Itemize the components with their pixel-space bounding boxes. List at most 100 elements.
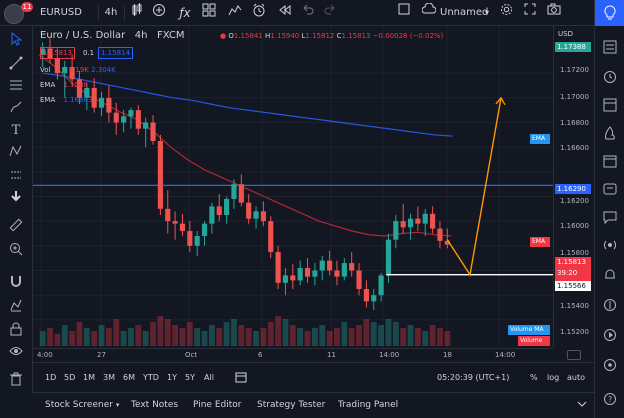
fullscreen-layout-icon[interactable] [396,3,412,23]
notification-badge: 11 [21,2,33,12]
fib-retracement-icon[interactable] [7,78,25,96]
time-tick: 6 [258,351,263,359]
compare-add-icon[interactable] [150,3,168,23]
legend-exchange: FXCM [157,30,185,41]
time-tick: Oct [185,351,198,359]
volume-bar [179,328,186,346]
candle-body [143,122,149,129]
alarm-clock-icon[interactable] [250,3,268,23]
tab-stock-screener[interactable]: Stock Screener ▾ [45,400,119,410]
idea-lightbulb-button[interactable] [595,0,624,26]
help-icon[interactable] [600,358,620,378]
prediction-icon[interactable] [7,168,25,186]
calendar-icon[interactable] [600,154,620,174]
symbol-description: Euro / U.S. Dollar [40,30,126,41]
templates-icon[interactable] [200,3,218,23]
candlestick-chart[interactable] [33,26,553,348]
range-1d-button[interactable]: 1D [45,373,56,382]
trend-line-icon[interactable] [7,56,25,74]
auto-scale-toggle[interactable]: auto [567,373,585,382]
replay-icon[interactable] [276,3,294,23]
goto-date-icon[interactable] [235,371,247,385]
ema-slow-legend: EMA 1.16683 [40,96,92,104]
play-replay-icon[interactable] [600,328,620,348]
arrow-down-icon[interactable] [7,190,25,208]
volume-tag: Volume [518,336,550,346]
volume-ma-value: 2.304K [91,66,116,74]
camera-snapshot-icon[interactable] [546,3,562,23]
volume-bar [407,325,414,346]
candle-body [327,260,333,271]
currency-label[interactable]: USD [558,30,573,38]
buy-price-button[interactable]: 1.15814 [98,47,133,59]
volume-bar [378,325,385,346]
text-tool-icon[interactable]: T [7,122,25,140]
symbol-search-button[interactable]: EURUSD [40,3,82,23]
bar-style-icon[interactable] [128,3,146,23]
interval-button[interactable]: 4h [103,3,119,23]
range-1y-button[interactable]: 1Y [167,373,177,382]
ruler-icon[interactable] [7,218,25,236]
candle-body [106,97,112,113]
more-help-icon[interactable]: ? [600,392,620,412]
fullscreen-icon[interactable] [522,3,538,23]
order-panel-icon[interactable] [600,298,620,318]
volume-bar [91,331,98,346]
streams-icon[interactable] [600,238,620,258]
trash-icon[interactable] [7,372,25,390]
redo-icon[interactable] [322,3,338,23]
range-all-button[interactable]: All [204,373,214,382]
lock-icon[interactable] [7,322,25,340]
chat-icon[interactable] [600,210,620,230]
log-scale-toggle[interactable]: log [547,373,559,382]
data-window-icon[interactable] [600,98,620,118]
sell-price-button[interactable]: 1.15813 [40,47,75,59]
chevron-down-icon[interactable]: ▾ [482,3,492,23]
tab-text-notes[interactable]: Text Notes [131,400,178,410]
clock-timezone[interactable]: 05:20:39 (UTC+1) [437,373,509,382]
candle-body [172,221,178,224]
brush-icon[interactable] [7,100,25,118]
settings-gear-icon[interactable] [498,3,514,23]
alert-icon[interactable] [226,3,244,23]
chart-area[interactable] [33,26,553,348]
range-ytd-button[interactable]: YTD [143,373,159,382]
time-axis[interactable]: 4:00 27 Oct 6 11 14:00 18 14:00 [33,348,553,362]
range-6m-button[interactable]: 6M [123,373,135,382]
percent-scale-toggle[interactable]: % [530,373,538,382]
price-tick: 1.16600 [560,144,589,152]
range-1m-button[interactable]: 1M [83,373,95,382]
tab-trading-panel[interactable]: Trading Panel [338,400,398,410]
volume-bar [135,325,142,346]
hotlists-icon[interactable] [600,126,620,146]
volume-bar [39,331,46,346]
indicators-button[interactable]: ƒx [176,3,194,23]
axis-settings-icon[interactable] [567,350,581,360]
price-axis[interactable]: USD 1.17388 1.17200 1.17000 1.16800 1.16… [553,26,594,348]
ideas-stream-icon[interactable] [600,182,620,202]
volume-bar [319,325,326,346]
projection-path [446,97,502,277]
zoom-in-icon[interactable] [7,242,25,260]
range-5d-button[interactable]: 5D [64,373,75,382]
status-dot-icon: ● [220,32,227,40]
tab-strategy-tester[interactable]: Strategy Tester [257,400,325,410]
tab-pine-editor[interactable]: Pine Editor [193,400,241,410]
volume-bar [311,328,318,346]
pattern-icon[interactable] [7,144,25,162]
alerts-clock-icon[interactable] [600,70,620,90]
stay-drawing-icon[interactable] [7,298,25,316]
collapse-panel-icon[interactable] [576,398,588,413]
undo-icon[interactable] [300,3,316,23]
volume-ma-tag: Volume MA [508,325,550,335]
cloud-save-icon[interactable] [421,2,437,23]
eye-icon[interactable] [7,344,25,362]
notifications-icon[interactable] [600,268,620,288]
cursor-icon[interactable] [7,31,25,50]
volume-bar [157,316,164,346]
magnet-icon[interactable] [7,274,25,292]
range-3m-button[interactable]: 3M [103,373,115,382]
watchlist-icon[interactable] [600,40,620,60]
volume-legend: Vol 2.19K 2.304K [40,66,116,74]
range-5y-button[interactable]: 5Y [185,373,195,382]
